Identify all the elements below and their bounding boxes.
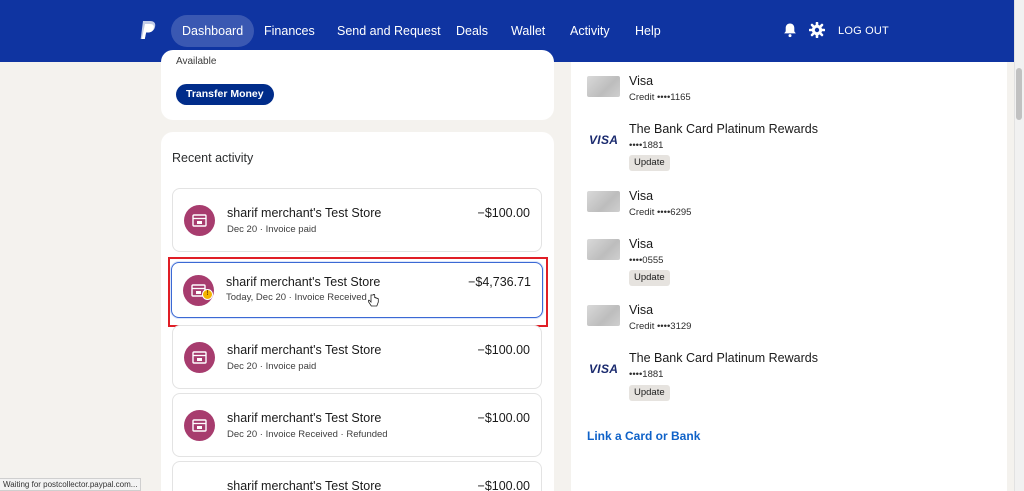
recent-activity-title: Recent activity (172, 151, 254, 165)
merchant-name: sharif merchant's Test Store (227, 206, 382, 220)
payment-method-name[interactable]: Visa (629, 303, 653, 317)
store-icon (184, 205, 215, 236)
transfer-money-button[interactable]: Transfer Money (176, 84, 274, 105)
payment-method-name[interactable]: Visa (629, 237, 653, 251)
activity-meta: Dec 20 · Invoice paid (227, 361, 317, 372)
nav-activity[interactable]: Activity (570, 0, 610, 62)
activity-date: Dec 20 (227, 361, 258, 372)
merchant-name: sharif merchant's Test Store (227, 479, 382, 491)
activity-status: Invoice Received (265, 429, 338, 440)
paypal-logo[interactable] (138, 20, 158, 42)
payment-method-detail: ••••1881 (629, 140, 664, 151)
card-image (587, 191, 620, 212)
activity-row[interactable]: sharif merchant's Test Store Dec 20 · In… (172, 325, 542, 389)
annotation-highlight-box (168, 257, 548, 327)
payment-method-detail: Credit ••••3129 (629, 321, 692, 332)
link-card-or-bank-link[interactable]: Link a Card or Bank (587, 429, 700, 443)
store-icon (184, 410, 215, 441)
merchant-name: sharif merchant's Test Store (227, 343, 382, 357)
activity-meta: Dec 20 · Invoice Received · Refunded (227, 429, 388, 440)
card-image (587, 76, 620, 97)
available-label: Available (176, 56, 217, 67)
payment-method-detail: ••••1881 (629, 369, 664, 380)
card-image (587, 239, 620, 260)
activity-row[interactable]: sharif merchant's Test Store Dec 20 · In… (172, 393, 542, 457)
update-button[interactable]: Update (629, 270, 670, 286)
activity-status-refunded: Refunded (346, 429, 388, 440)
payment-method-detail: ••••0555 (629, 255, 664, 266)
activity-amount: −$100.00 (477, 206, 530, 220)
visa-logo-icon: VISA (589, 362, 619, 376)
payment-method-name[interactable]: Visa (629, 74, 653, 88)
activity-amount: −$100.00 (477, 479, 530, 491)
payment-method-detail: Credit ••••1165 (629, 92, 691, 103)
payment-method-detail: Credit ••••6295 (629, 207, 692, 218)
browser-status-bar: Waiting for postcollector.paypal.com... (0, 478, 142, 491)
update-button[interactable]: Update (629, 155, 670, 171)
hand-cursor-icon (368, 294, 379, 307)
visa-logo-icon: VISA (589, 133, 619, 147)
activity-row[interactable]: sharif merchant's Test Store −$100.00 (172, 461, 542, 491)
card-image (587, 305, 620, 326)
activity-status: Invoice paid (265, 224, 317, 235)
logout-link[interactable]: LOG OUT (838, 0, 889, 62)
activity-date: Dec 20 (227, 429, 258, 440)
nav-dashboard[interactable]: Dashboard (171, 15, 255, 47)
activity-amount: −$100.00 (477, 343, 530, 357)
activity-row[interactable]: sharif merchant's Test Store Dec 20 · In… (172, 188, 542, 252)
nav-help[interactable]: Help (635, 0, 661, 62)
activity-meta: Dec 20 · Invoice paid (227, 224, 317, 235)
activity-amount: −$100.00 (477, 411, 530, 425)
activity-date: Dec 20 (227, 224, 258, 235)
merchant-name: sharif merchant's Test Store (227, 411, 382, 425)
update-button[interactable]: Update (629, 385, 670, 401)
scrollbar-thumb[interactable] (1016, 68, 1022, 120)
store-icon (184, 342, 215, 373)
payment-method-name[interactable]: The Bank Card Platinum Rewards (629, 122, 818, 136)
payment-method-name[interactable]: Visa (629, 189, 653, 203)
payment-method-name[interactable]: The Bank Card Platinum Rewards (629, 351, 818, 365)
activity-status: Invoice paid (265, 361, 317, 372)
bell-icon[interactable] (782, 22, 798, 38)
gear-icon[interactable] (809, 22, 825, 38)
